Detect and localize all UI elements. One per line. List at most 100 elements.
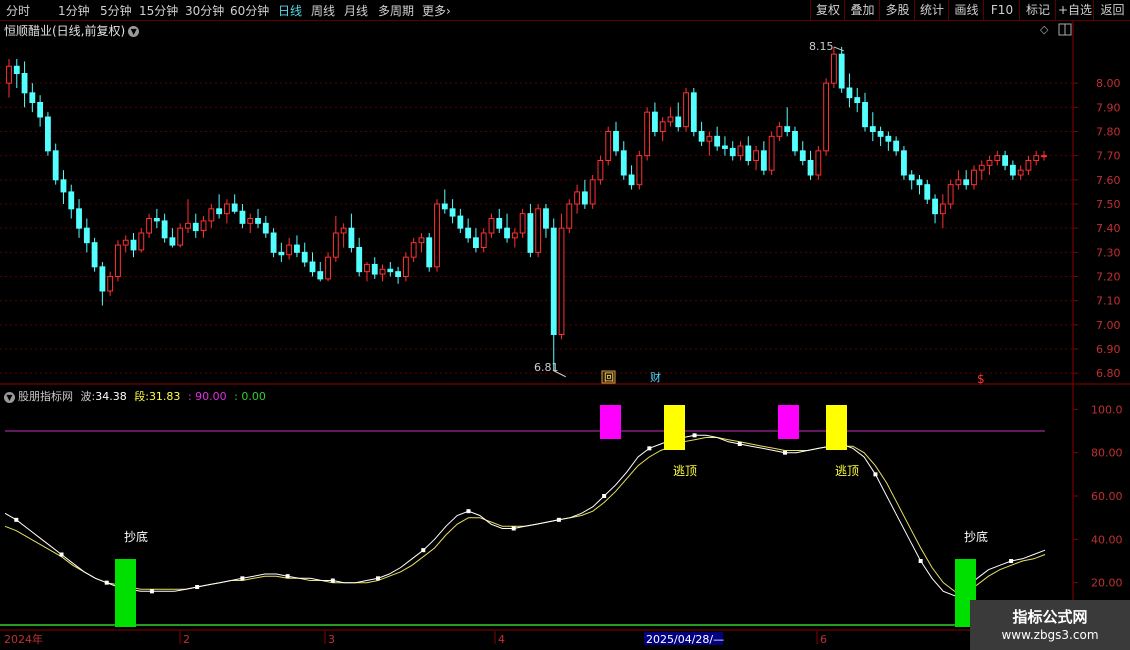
candle-body bbox=[597, 160, 604, 181]
candle-body bbox=[301, 251, 308, 263]
candle-body bbox=[115, 244, 121, 277]
candle-body bbox=[1009, 164, 1016, 176]
indicator-tick-label: 20.00 bbox=[1091, 577, 1123, 590]
candle-body bbox=[262, 222, 269, 234]
price-tick-label: 7.70 bbox=[1096, 150, 1121, 163]
price-tick-label: 6.90 bbox=[1096, 343, 1121, 356]
taoding-label-1: 逃顶 bbox=[673, 464, 697, 478]
wave-dot bbox=[14, 517, 19, 522]
candle-body bbox=[153, 218, 160, 222]
chaodi-label-2: 抄底 bbox=[964, 529, 988, 544]
candle-body bbox=[776, 126, 783, 137]
indicator-tick-label: 80.00 bbox=[1091, 447, 1123, 460]
segment-line bbox=[4, 437, 1046, 592]
watermark-title: 指标公式网 bbox=[1012, 608, 1088, 626]
candle-body bbox=[488, 218, 495, 234]
candle-body bbox=[122, 239, 129, 246]
candle-body bbox=[21, 73, 28, 94]
candle-body bbox=[1041, 155, 1047, 158]
candle-body bbox=[208, 208, 215, 222]
chaodi-label-1: 抄底 bbox=[124, 529, 148, 544]
candle-body bbox=[200, 220, 207, 232]
candle-body bbox=[1002, 155, 1009, 166]
candle-body bbox=[558, 227, 565, 336]
indicator-layer bbox=[0, 405, 1073, 627]
wave-dot bbox=[511, 526, 516, 531]
chaodi-signal-1 bbox=[115, 559, 136, 627]
candle-body bbox=[753, 150, 759, 161]
price-tick-label: 7.00 bbox=[1096, 319, 1121, 332]
wave-dot bbox=[918, 559, 923, 563]
candle-body bbox=[44, 116, 51, 152]
candle-body bbox=[1017, 169, 1024, 176]
finance-marker[interactable]: 财 bbox=[650, 370, 661, 384]
candle-body bbox=[309, 261, 316, 273]
candle-body bbox=[971, 169, 977, 186]
candle-body bbox=[589, 179, 596, 205]
candle-body bbox=[901, 150, 907, 176]
date-label-3: 3 bbox=[328, 633, 335, 646]
wave-dot bbox=[330, 578, 335, 583]
price-tick-label: 7.80 bbox=[1096, 126, 1121, 139]
candle-body bbox=[247, 218, 254, 224]
candle-body bbox=[792, 131, 798, 152]
wave-dot bbox=[602, 494, 607, 498]
candle-body bbox=[955, 179, 962, 186]
wave-dot bbox=[376, 576, 381, 581]
candle-body bbox=[441, 203, 448, 210]
candle-body bbox=[379, 268, 386, 275]
watermark-url: www.zbgs3.com bbox=[1001, 628, 1099, 642]
price-tick-label: 7.60 bbox=[1096, 174, 1121, 187]
candle-body bbox=[177, 227, 184, 246]
candle-body bbox=[91, 242, 98, 268]
review-marker-label: 回 bbox=[604, 372, 614, 384]
candle-body bbox=[838, 53, 845, 89]
candle-body bbox=[830, 53, 837, 84]
candle-body bbox=[799, 150, 806, 161]
candle-body bbox=[138, 232, 145, 251]
candle-body bbox=[535, 208, 542, 253]
candle-body bbox=[239, 210, 246, 224]
price-axis: 8.00 7.90 7.80 7.70 7.60 7.50 7.40 7.30 7.20 7.10… bbox=[1073, 77, 1123, 590]
taoding-signal-2 bbox=[826, 405, 847, 450]
candle-body bbox=[908, 174, 915, 181]
candle-body bbox=[527, 213, 534, 253]
wave-dot bbox=[647, 446, 652, 451]
candle-body bbox=[496, 218, 503, 229]
diamond-icon[interactable]: ◇ bbox=[1040, 23, 1049, 36]
candle-body bbox=[1033, 155, 1040, 162]
date-label-2: 2 bbox=[183, 633, 190, 646]
dollar-marker[interactable]: $ bbox=[977, 372, 985, 386]
candle-body bbox=[885, 135, 892, 142]
candle-body bbox=[932, 198, 938, 215]
candle-body bbox=[714, 135, 721, 147]
candle-body bbox=[107, 276, 114, 292]
candle-body bbox=[410, 242, 417, 258]
candle-body bbox=[846, 87, 853, 99]
candle-body bbox=[68, 191, 75, 210]
candle-body bbox=[675, 116, 682, 128]
candle-body bbox=[13, 65, 20, 74]
candle-body bbox=[651, 111, 658, 132]
wave-dot bbox=[149, 589, 154, 594]
candle-body bbox=[519, 213, 526, 234]
candle-body bbox=[426, 237, 433, 268]
cursor-date-label: 2025/04/28/— bbox=[646, 633, 724, 646]
candle-body bbox=[916, 179, 923, 186]
candle-body bbox=[255, 218, 261, 224]
candle-body bbox=[317, 271, 324, 280]
price-tick-label: 6.80 bbox=[1096, 367, 1121, 380]
magenta-signal-1 bbox=[600, 405, 621, 439]
magenta-signal-2 bbox=[778, 405, 799, 439]
date-label-4: 4 bbox=[498, 633, 505, 646]
candle-body bbox=[130, 239, 137, 251]
candle-body bbox=[667, 116, 674, 123]
candle-body bbox=[729, 147, 736, 157]
wave-dot bbox=[556, 517, 561, 522]
wave-dot bbox=[285, 574, 290, 579]
price-tick-label: 7.90 bbox=[1096, 101, 1121, 114]
candle-body bbox=[161, 220, 168, 239]
candle-body bbox=[371, 263, 378, 275]
candle-body bbox=[768, 135, 775, 171]
candle-body bbox=[395, 271, 402, 277]
